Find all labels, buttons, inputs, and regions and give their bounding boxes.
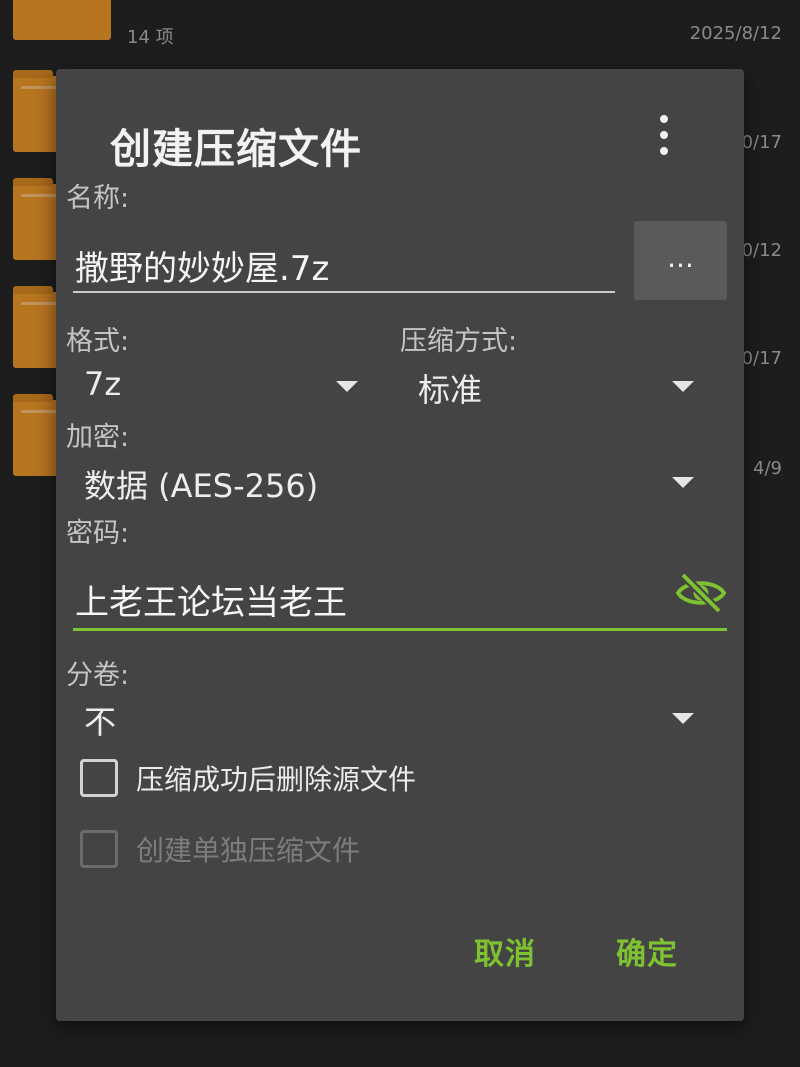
dropdown-arrow-icon <box>672 381 694 392</box>
format-select[interactable]: 7z <box>84 359 358 409</box>
dialog-title: 创建压缩文件 <box>110 125 362 173</box>
item-date: 0/12 <box>741 240 782 261</box>
archive-name-input[interactable]: 撒野的妙妙屋.7z <box>73 227 615 293</box>
password-value: 上老王论坛当老王 <box>75 583 347 623</box>
item-date: 0/17 <box>741 132 782 153</box>
split-select[interactable]: 不 <box>84 691 694 741</box>
folder-icon[interactable] <box>13 0 111 40</box>
compression-select[interactable]: 标准 <box>418 359 694 409</box>
separate-archives-option: 创建单独压缩文件 <box>80 827 360 871</box>
dropdown-arrow-icon <box>336 381 358 392</box>
format-label: 格式: <box>66 326 130 357</box>
separate-archives-label: 创建单独压缩文件 <box>136 834 361 867</box>
item-date: 4/9 <box>753 458 782 479</box>
item-count: 14 项 <box>127 27 174 48</box>
encryption-value: 数据 (AES-256) <box>84 467 319 505</box>
encryption-select[interactable]: 数据 (AES-256) <box>84 455 694 505</box>
encryption-label: 加密: <box>66 422 130 453</box>
delete-source-checkbox[interactable] <box>80 759 118 797</box>
format-value: 7z <box>84 365 122 403</box>
create-archive-dialog: 创建压缩文件 名称: 撒野的妙妙屋.7z ... 格式: 压缩方式: 7z 标准… <box>56 69 744 1021</box>
archive-name-value: 撒野的妙妙屋.7z <box>75 249 330 289</box>
split-value: 不 <box>84 703 117 741</box>
delete-source-option[interactable]: 压缩成功后删除源文件 <box>80 756 416 800</box>
password-input[interactable]: 上老王论坛当老王 <box>73 561 727 631</box>
dropdown-arrow-icon <box>672 713 694 724</box>
compression-value: 标准 <box>418 371 483 409</box>
item-date: 0/17 <box>741 348 782 369</box>
dropdown-arrow-icon <box>672 477 694 488</box>
separate-archives-checkbox <box>80 830 118 868</box>
password-label: 密码: <box>66 518 130 549</box>
name-label: 名称: <box>66 183 130 214</box>
item-date: 2025/8/12 <box>689 23 782 44</box>
ok-button[interactable]: 确定 <box>616 929 678 973</box>
compression-label: 压缩方式: <box>400 326 518 357</box>
eye-off-icon[interactable] <box>675 571 727 615</box>
browse-button[interactable]: ... <box>634 221 727 300</box>
more-vertical-icon[interactable] <box>652 115 676 155</box>
delete-source-label: 压缩成功后删除源文件 <box>136 763 417 796</box>
split-label: 分卷: <box>66 660 130 691</box>
cancel-button[interactable]: 取消 <box>474 929 536 973</box>
